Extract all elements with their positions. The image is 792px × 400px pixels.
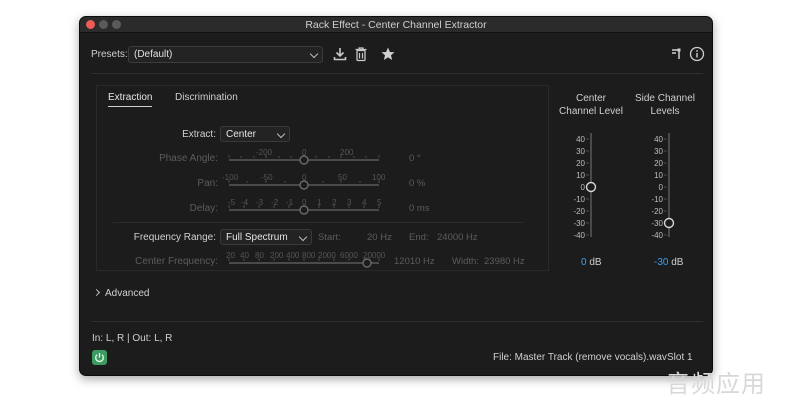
rack-effect-window: Rack Effect - Center Channel Extractor P… [79,16,713,376]
center-scale-label: -20 [573,207,585,216]
phase-angle-handle [299,155,309,165]
side-meter-title-line2: Levels [650,106,680,117]
presets-row: Presets: (Default) [91,46,705,64]
end-value: 24000 Hz [437,232,478,243]
delay-label: Delay: [189,203,218,214]
trash-icon[interactable] [353,46,369,62]
side-level-handle [663,217,675,229]
center-scale-label: -40 [573,231,585,240]
center-level-meter[interactable]: 40 30 20 10 0 -10 -20 -30 -40 [558,131,608,241]
frequency-range-label: Frequency Range: [133,232,216,243]
delay-slider[interactable] [227,204,381,216]
title-bar: Rack Effect - Center Channel Extractor [80,17,712,33]
side-level-readout: -30 dB [654,257,683,268]
center-frequency-value: 12010 Hz [394,256,435,267]
slot-text: Slot 1 [667,352,693,363]
side-scale-label: -30 [651,219,663,228]
pan-value: 0 % [409,178,426,189]
info-icon[interactable] [689,46,705,62]
advanced-label: Advanced [105,288,150,299]
advanced-toggle[interactable]: Advanced [92,288,150,299]
side-scale-label: 40 [654,135,663,144]
extract-label: Extract: [182,129,216,140]
center-scale-label: 30 [576,147,585,156]
center-frequency-handle [362,258,372,268]
extract-value: Center [226,129,257,140]
center-scale-label: -10 [573,195,585,204]
footer-divider [91,321,703,322]
side-scale-label: -40 [651,231,663,240]
pan-label: Pan: [197,178,218,189]
side-level-value: -30 [654,257,669,268]
center-meter-title-line1: Center [575,93,606,104]
top-divider [91,73,703,74]
chevron-down-icon [309,49,319,59]
presets-selected-value: (Default) [134,49,173,60]
phase-angle-label: Phase Angle: [159,153,218,164]
watermark-text: 音频应用 [666,370,766,398]
tab-discrimination[interactable]: Discrimination [175,92,238,103]
power-icon [95,353,104,363]
side-scale-label: -20 [651,207,663,216]
delay-handle [299,205,309,215]
center-level-value: 0 [581,257,587,268]
frequency-range-dropdown[interactable]: Full Spectrum [220,229,312,245]
chevron-down-icon [298,232,308,242]
side-scale-label: 20 [654,159,663,168]
tab-extraction[interactable]: Extraction [108,92,153,107]
side-scale-label: 10 [654,171,663,180]
center-scale-label: 0 [581,183,586,192]
frequency-divider [113,222,523,223]
io-routing-text: In: L, R | Out: L, R [92,333,173,344]
power-toggle-button[interactable] [92,350,107,365]
end-label: End: [409,232,429,243]
file-name-text: File: Master Track (remove vocals).wav [493,352,667,363]
delay-value: 0 ms [409,203,430,214]
window-title: Rack Effect - Center Channel Extractor [305,19,487,31]
center-scale-label: 10 [576,171,585,180]
frequency-range-value: Full Spectrum [226,232,288,243]
phase-angle-slider[interactable] [227,154,381,166]
download-icon[interactable] [332,46,348,62]
start-label: Start: [318,232,341,243]
center-frequency-label: Center Frequency: [135,256,218,267]
star-icon[interactable] [380,46,396,62]
side-meter-title-line1: Side Channel [634,93,696,104]
extract-dropdown[interactable]: Center [220,126,290,142]
center-scale-label: 40 [576,135,585,144]
phase-angle-value: 0 ° [409,153,421,164]
presets-label: Presets: [91,49,128,60]
center-level-readout: 0 dB [581,257,602,268]
center-level-unit: dB [589,257,602,268]
pan-handle [299,180,309,190]
side-scale-label: 0 [659,183,664,192]
side-scale-label: -10 [651,195,663,204]
center-frequency-slider[interactable] [227,257,381,269]
start-value: 20 Hz [367,232,392,243]
center-level-handle [585,181,597,193]
presets-dropdown[interactable]: (Default) [128,46,323,63]
pan-slider[interactable] [227,179,381,191]
center-scale-label: 20 [576,159,585,168]
chevron-down-icon [276,129,286,139]
side-channel-levels-title: Side Channel Levels [628,92,702,118]
center-channel-level-title: Center Channel Level [550,92,632,118]
center-scale-label: -30 [573,219,585,228]
side-level-unit: dB [671,257,684,268]
width-value: 23980 Hz [484,256,525,267]
side-scale-label: 30 [654,147,663,156]
routing-icon[interactable] [669,46,685,62]
width-label: Width: [452,256,479,267]
center-meter-title-line2: Channel Level [559,106,623,117]
side-level-meter[interactable]: 40 30 20 10 0 -10 -20 -30 -40 [636,131,686,241]
chevron-right-icon [92,288,101,297]
